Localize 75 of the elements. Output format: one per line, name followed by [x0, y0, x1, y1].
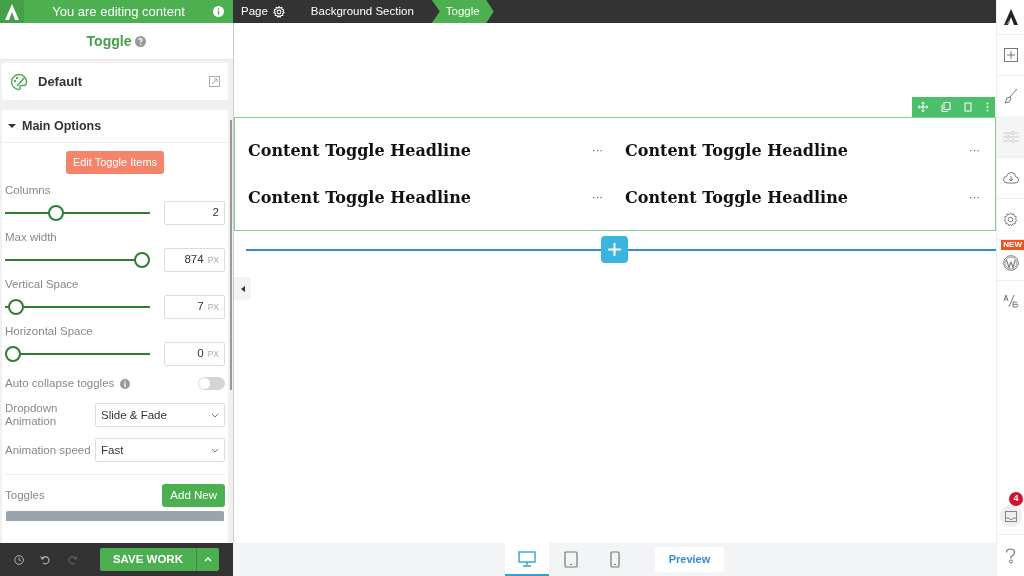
breadcrumb[interactable]: Background Section	[302, 0, 432, 23]
select-field[interactable]: Slide & Fade	[95, 403, 225, 428]
toggle-headline[interactable]: Content Toggle Headline	[625, 138, 848, 163]
more-dots[interactable]: ···	[969, 189, 980, 206]
setting-label: Vertical Space	[5, 277, 80, 291]
number-field[interactable]: 0 PX	[164, 342, 225, 366]
delete-icon[interactable]	[963, 102, 974, 112]
caret-left-icon	[240, 285, 245, 292]
toggles-label: Toggles	[5, 488, 45, 504]
breadcrumb[interactable]: Page	[233, 0, 303, 23]
sliders-icon[interactable]	[1002, 129, 1019, 144]
setting-label: Dropdown Animation	[5, 402, 59, 429]
section-title: Main Options	[22, 117, 102, 135]
slider-thumb[interactable]	[5, 346, 21, 362]
logo-icon[interactable]	[1003, 9, 1018, 25]
ab-test-icon[interactable]	[1002, 294, 1019, 308]
more-dots[interactable]: ···	[592, 142, 603, 159]
more-dots[interactable]: ···	[969, 142, 980, 159]
number-field[interactable]: 874 PX	[164, 248, 225, 272]
wordpress-icon[interactable]	[1002, 255, 1019, 271]
toggle-switch[interactable]	[198, 377, 225, 391]
copy-icon[interactable]	[940, 102, 951, 112]
help-icon[interactable]	[1005, 547, 1016, 564]
slider-thumb[interactable]	[7, 299, 24, 315]
collapse-panel-tab[interactable]	[234, 277, 251, 300]
setting-label: Horizontal Space	[5, 324, 94, 338]
notification-count: 4	[1009, 492, 1023, 506]
more-dots[interactable]: ···	[592, 189, 603, 206]
slider-thumb[interactable]	[134, 252, 150, 268]
device-tab[interactable]	[505, 543, 549, 576]
history-icon[interactable]	[14, 552, 25, 567]
phone-icon	[610, 551, 620, 568]
setting-label: Max width	[5, 230, 58, 244]
more-icon[interactable]	[985, 102, 989, 112]
notifications-button[interactable]	[999, 505, 1022, 527]
slider-thumb[interactable]	[47, 205, 64, 221]
new-badge: NEW	[1001, 240, 1024, 250]
panel-title: Toggle	[86, 31, 132, 51]
style-card[interactable]: Default	[2, 63, 228, 100]
setting-label: Columns	[5, 183, 52, 197]
tablet-icon	[564, 551, 578, 568]
slider[interactable]	[5, 204, 150, 222]
toggle-list-item[interactable]	[6, 511, 224, 522]
chevron-down-icon	[211, 447, 219, 453]
style-name: Default	[38, 72, 84, 91]
setting-label: Animation speed	[5, 443, 92, 457]
section-header[interactable]: Main Options	[2, 110, 228, 143]
slider[interactable]	[5, 251, 150, 269]
move-icon[interactable]	[918, 102, 929, 112]
banner-text: You are editing content	[51, 2, 186, 21]
toggle-headline[interactable]: Content Toggle Headline	[248, 138, 471, 163]
logo-icon	[5, 3, 19, 20]
cloud-download-icon[interactable]	[1002, 172, 1019, 184]
brush-icon[interactable]	[1003, 88, 1018, 104]
number-field[interactable]: 2	[164, 201, 225, 225]
plus-icon	[608, 243, 621, 256]
toggle-headline[interactable]: Content Toggle Headline	[248, 185, 471, 210]
slider[interactable]	[5, 298, 150, 316]
info-icon[interactable]	[213, 6, 224, 17]
chevron-down-icon	[211, 412, 219, 418]
help-icon[interactable]	[135, 35, 147, 47]
select-field[interactable]: Fast	[95, 438, 225, 463]
slider[interactable]	[5, 345, 150, 363]
scrollbar-thumb[interactable]	[230, 120, 232, 390]
palette-icon	[10, 72, 28, 91]
external-link-icon[interactable]	[209, 76, 220, 87]
add-element-icon[interactable]	[1003, 48, 1018, 62]
setting-label: Auto collapse toggles	[5, 376, 115, 391]
number-field[interactable]: 7 PX	[164, 295, 225, 319]
toggle-headline[interactable]: Content Toggle Headline	[625, 185, 848, 210]
chevron-up-icon	[204, 557, 212, 562]
inbox-icon	[1004, 510, 1017, 522]
add-section-button[interactable]	[601, 236, 628, 263]
desktop-icon	[518, 550, 536, 567]
info-icon[interactable]	[120, 378, 131, 389]
